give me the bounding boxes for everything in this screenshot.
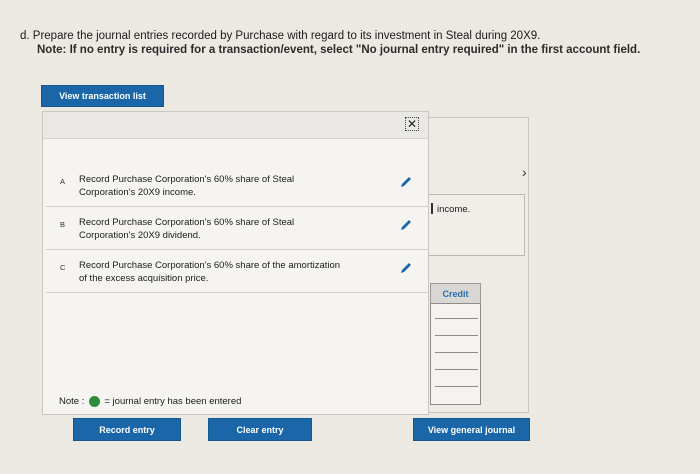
transaction-text: Record Purchase Corporation's 60% share … xyxy=(79,260,341,284)
record-entry-button[interactable]: Record entry xyxy=(73,418,181,441)
entry-legend: Note : = journal entry has been entered xyxy=(59,396,241,407)
transaction-list-panel: ✕ A Record Purchase Corporation's 60% sh… xyxy=(42,111,429,415)
transaction-row-b[interactable]: B Record Purchase Corporation's 60% shar… xyxy=(46,207,429,250)
credit-input-line[interactable] xyxy=(435,369,478,370)
transaction-description-text: income. xyxy=(430,203,471,215)
transaction-description-box: income. xyxy=(427,194,525,256)
legend-prefix: Note : xyxy=(59,396,85,407)
view-transaction-list-button[interactable]: View transaction list xyxy=(41,85,164,107)
view-general-journal-button[interactable]: View general journal xyxy=(413,418,530,441)
close-icon[interactable]: ✕ xyxy=(405,117,419,131)
question-text: d. Prepare the journal entries recorded … xyxy=(20,30,541,42)
pencil-icon[interactable] xyxy=(399,261,413,275)
transaction-row-c[interactable]: C Record Purchase Corporation's 60% shar… xyxy=(46,250,429,293)
entered-dot-icon xyxy=(89,396,101,407)
transaction-list-titlebar: ✕ xyxy=(43,112,428,139)
credit-column xyxy=(430,303,481,405)
legend-text: = journal entry has been entered xyxy=(104,396,242,407)
transaction-letter: A xyxy=(60,177,66,186)
pencil-icon[interactable] xyxy=(399,175,413,189)
clear-entry-button[interactable]: Clear entry xyxy=(208,418,312,441)
chevron-right-icon[interactable]: › xyxy=(522,164,527,180)
credit-input-line[interactable] xyxy=(435,335,478,336)
question-note: Note: If no entry is required for a tran… xyxy=(37,44,641,56)
transaction-letter: B xyxy=(60,220,66,229)
transaction-row-a[interactable]: A Record Purchase Corporation's 60% shar… xyxy=(46,164,429,207)
transaction-letter: C xyxy=(60,263,66,272)
transaction-text: Record Purchase Corporation's 60% share … xyxy=(79,174,295,198)
pencil-icon[interactable] xyxy=(399,218,413,232)
transaction-text: Record Purchase Corporation's 60% share … xyxy=(79,217,295,241)
credit-input-line[interactable] xyxy=(435,318,478,319)
credit-input-line[interactable] xyxy=(435,352,478,353)
credit-column-header: Credit xyxy=(430,283,481,303)
credit-input-line[interactable] xyxy=(435,386,478,387)
